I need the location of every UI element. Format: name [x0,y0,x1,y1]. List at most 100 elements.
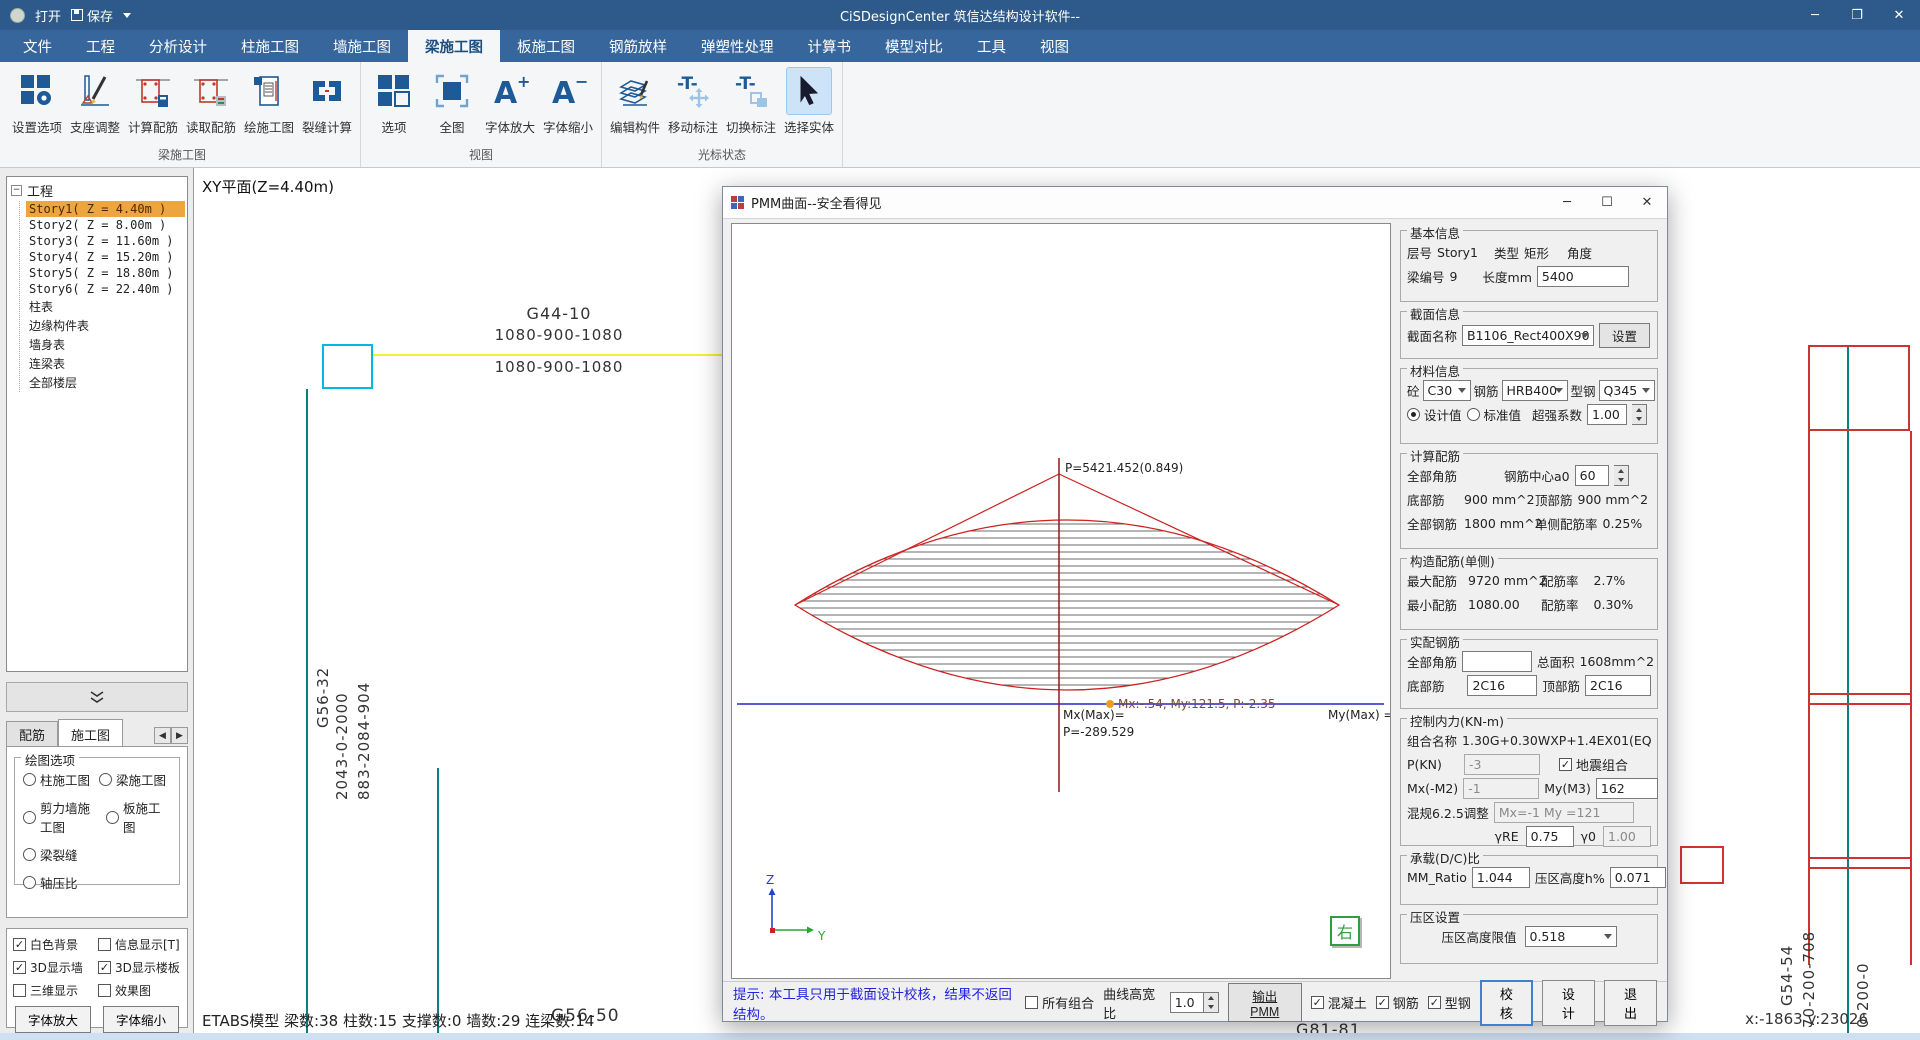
spinner-icon[interactable] [1204,992,1219,1013]
select-entity-button[interactable]: 选择实体 [780,64,838,143]
radio-standard-value[interactable]: 标准值 [1467,405,1522,424]
tab-scroll-right-icon[interactable]: ▶ [171,727,188,744]
display-option-checkbox[interactable]: 信息显示[T] [98,936,181,953]
section-settings-button[interactable]: 设置 [1599,323,1650,348]
menu-tab[interactable]: 计算书 [791,30,869,62]
settings-options-button[interactable]: 设置选项 [8,64,66,143]
menu-tab[interactable]: 柱施工图 [224,30,316,62]
tree-item[interactable]: Story6( Z = 22.40m ) [26,281,185,297]
font-smaller-side-button[interactable]: 字体缩小 [103,1006,179,1033]
menu-tab[interactable]: 钢筋放样 [592,30,684,62]
menu-tab[interactable]: 视图 [1023,30,1086,62]
menu-tab[interactable]: 分析设计 [132,30,224,62]
support-adjust-button[interactable]: 支座调整 [66,64,124,143]
collapse-panel-button[interactable] [6,682,188,712]
tree-item[interactable]: Story5( Z = 18.80m ) [26,265,185,281]
tree-item[interactable]: Story4( Z = 15.20m ) [26,249,185,265]
zone-limit-select[interactable]: 0.518 [1525,926,1617,947]
quake-combo-checkbox[interactable]: 地震组合 [1559,755,1628,774]
radio-slab-drawing[interactable]: 板施工图 [106,798,171,836]
spinner-icon[interactable] [1614,465,1629,486]
tree-collapse-icon[interactable]: − [11,185,22,196]
radio-design-value[interactable]: 设计值 [1407,405,1462,424]
radio-beam-drawing[interactable]: 梁施工图 [99,770,171,789]
pmm-dialog-titlebar[interactable]: PMM曲面--安全看得见 ─ ☐ ✕ [723,187,1667,219]
radio-column-drawing[interactable]: 柱施工图 [23,770,95,789]
tab-rebar[interactable]: 配筋 [6,721,58,746]
concrete-grade-select[interactable]: C30 [1423,380,1471,401]
tab-drawing[interactable]: 施工图 [58,719,123,746]
display-option-checkbox[interactable]: 3D显示墙 [13,959,96,976]
tree-item[interactable]: 墙身表 [26,335,185,354]
steel-checkbox[interactable]: 型钢 [1428,993,1471,1012]
tree-item[interactable]: 全部楼层 [26,373,185,392]
full-view-button[interactable]: 全图 [423,64,481,143]
menu-tab[interactable]: 墙施工图 [316,30,408,62]
design-button[interactable]: 设计 [1542,980,1595,1026]
tab-scroll-left-icon[interactable]: ◀ [154,727,171,744]
tree-item[interactable]: 连梁表 [26,354,185,373]
overstrength-input[interactable] [1587,404,1627,425]
spinner-icon[interactable] [1632,404,1647,425]
aspect-ratio-input[interactable] [1170,992,1204,1013]
section-name-select[interactable]: B1106_Rect400X900 [1462,325,1594,346]
display-option-checkbox[interactable]: 三维显示 [13,982,96,999]
output-pmm-button[interactable]: 输出PMM [1228,983,1302,1022]
concrete-checkbox[interactable]: 混凝土 [1311,993,1367,1012]
radio-axial-ratio[interactable]: 轴压比 [23,873,107,892]
tree-item[interactable]: 柱表 [26,297,185,316]
tree-item[interactable]: Story1( Z = 4.40m ) [26,201,185,217]
draw-drawing-button[interactable]: 绘施工图 [240,64,298,143]
font-smaller-button[interactable]: A− 字体缩小 [539,64,597,143]
dialog-maximize-button[interactable]: ☐ [1587,187,1627,218]
dialog-minimize-button[interactable]: ─ [1547,187,1587,218]
menu-tab[interactable]: 文件 [6,30,69,62]
open-button[interactable]: 打开 [35,6,61,25]
calc-rebar-button[interactable]: 计算配筋 [124,64,182,143]
radio-beam-crack[interactable]: 梁裂缝 [23,845,107,864]
length-input[interactable] [1537,266,1629,287]
window-maximize-button[interactable]: ❐ [1836,0,1878,30]
switch-annotation-button[interactable]: -T- 切换标注 [722,64,780,143]
actual-corner-input[interactable] [1462,651,1532,672]
rebar-center-input[interactable] [1575,465,1609,486]
check-button[interactable]: 校核 [1480,980,1533,1026]
selected-beam-line[interactable] [373,354,723,356]
window-minimize-button[interactable]: ─ [1794,0,1836,30]
actual-top-input[interactable] [1585,675,1651,696]
edit-member-button[interactable]: 编辑构件 [606,64,664,143]
column-outline[interactable] [322,344,373,389]
exit-button[interactable]: 退出 [1604,980,1657,1026]
display-option-checkbox[interactable]: 3D显示楼板 [98,959,181,976]
tree-root-project[interactable]: − 工程 [9,180,185,201]
display-option-checkbox[interactable]: 白色背景 [13,936,96,953]
menu-tab[interactable]: 工程 [69,30,132,62]
qat-dropdown-icon[interactable] [123,13,131,18]
display-option-checkbox[interactable]: 效果图 [98,982,181,999]
move-annotation-button[interactable]: -T- 移动标注 [664,64,722,143]
view-direction-badge[interactable]: 右 [1330,916,1360,946]
dialog-close-button[interactable]: ✕ [1627,187,1667,218]
tree-item[interactable]: Story3( Z = 11.60m ) [26,233,185,249]
font-bigger-button[interactable]: A+ 字体放大 [481,64,539,143]
gamma-re-input[interactable] [1526,826,1574,847]
read-rebar-button[interactable]: 读取配筋 [182,64,240,143]
crack-calc-button[interactable]: 裂缝计算 [298,64,356,143]
steel-grade-select[interactable]: Q345 [1599,380,1655,401]
save-button[interactable]: 保存 [71,6,113,25]
actual-bottom-input[interactable] [1467,675,1537,696]
font-bigger-side-button[interactable]: 字体放大 [15,1006,91,1033]
menu-tab[interactable]: 工具 [960,30,1023,62]
menu-tab[interactable]: 梁施工图 [408,30,500,62]
menu-tab[interactable]: 板施工图 [500,30,592,62]
pmm-chart-area[interactable]: P=5421.452(0.849) Mx:-.54, My:121.5, P:-… [731,223,1391,979]
menu-tab[interactable]: 模型对比 [868,30,960,62]
radio-shearwall-drawing[interactable]: 剪力墙施工图 [23,798,102,836]
rebar-checkbox[interactable]: 钢筋 [1376,993,1419,1012]
rebar-grade-select[interactable]: HRB400 [1502,380,1568,401]
mm-ratio-input[interactable] [1472,867,1530,888]
window-close-button[interactable]: ✕ [1878,0,1920,30]
tree-item[interactable]: 边缘构件表 [26,316,185,335]
tree-item[interactable]: Story2( Z = 8.00m ) [26,217,185,233]
view-options-button[interactable]: 选项 [365,64,423,143]
